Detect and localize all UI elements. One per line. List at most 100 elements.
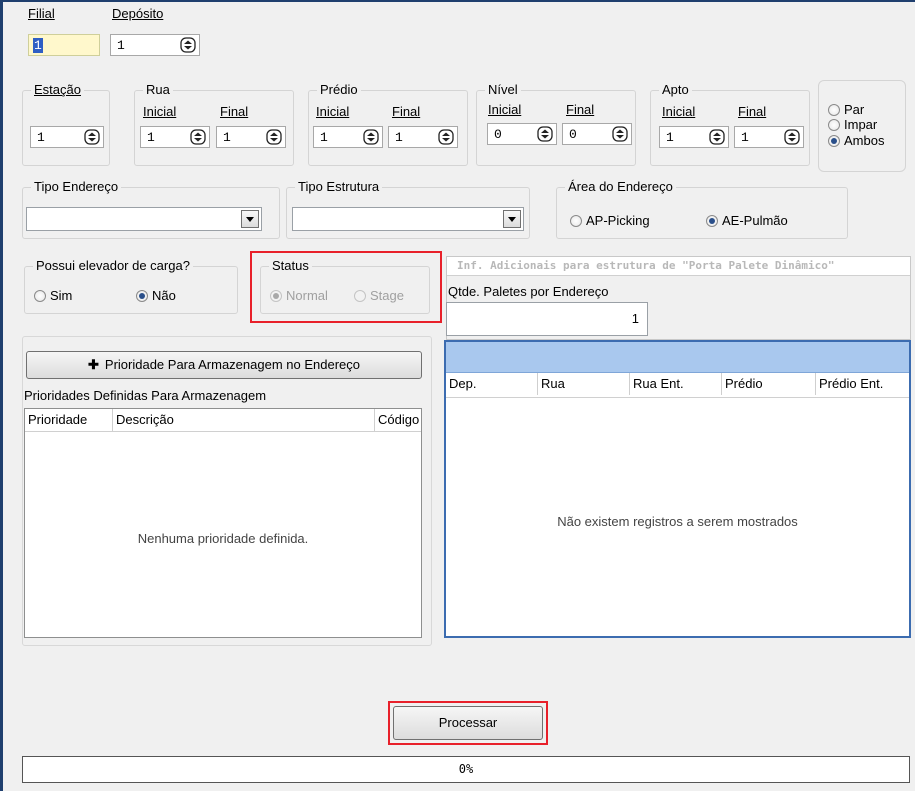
radio-circle xyxy=(34,289,46,302)
nivel-final-value: 0 xyxy=(569,127,577,142)
apto-final-value: 1 xyxy=(741,130,749,145)
apto-inicial-spinner[interactable]: 1 xyxy=(659,126,729,148)
progress-text: 0% xyxy=(458,762,474,776)
status-highlight-box xyxy=(250,251,442,323)
predio-final-label: Final xyxy=(392,104,421,119)
tipo-estrutura-label: Tipo Estrutura xyxy=(295,179,383,194)
dropdown-arrow-icon[interactable] xyxy=(503,210,521,228)
col-codigo[interactable]: Código xyxy=(375,409,421,431)
spin-updown-icon[interactable] xyxy=(612,126,628,142)
radio-circle-selected xyxy=(136,289,148,302)
col-predio-ent[interactable]: Prédio Ent. xyxy=(816,373,909,395)
nivel-inicial-value: 0 xyxy=(494,127,502,142)
apto-final-spinner[interactable]: 1 xyxy=(734,126,804,148)
predio-inicial-value: 1 xyxy=(320,130,328,145)
rua-final-label: Final xyxy=(220,104,249,119)
spin-updown-icon[interactable] xyxy=(363,129,379,145)
radio-sim-label: Sim xyxy=(50,288,73,303)
apto-inicial-label: Inicial xyxy=(662,104,696,119)
prioridade-list[interactable]: Prioridade Descrição Código Nenhuma prio… xyxy=(24,408,422,638)
inf-adicionais-banner: Inf. Adicionais para estrutura de "Porta… xyxy=(447,257,910,276)
nivel-inicial-label: Inicial xyxy=(488,102,522,117)
rua-label: Rua xyxy=(143,82,173,97)
filial-input[interactable]: 1 xyxy=(28,34,100,56)
col-predio[interactable]: Prédio xyxy=(722,373,816,395)
prioridade-empty-text: Nenhuma prioridade definida. xyxy=(137,531,309,546)
radio-ambos-label: Ambos xyxy=(844,133,885,148)
apto-inicial-value: 1 xyxy=(666,130,674,145)
qtde-paletes-label: Qtde. Paletes por Endereço xyxy=(448,284,609,299)
spin-updown-icon[interactable] xyxy=(438,129,454,145)
grid-header: Dep. Rua Rua Ent. Prédio Prédio Ent. xyxy=(446,373,909,398)
nivel-final-spinner[interactable]: 0 xyxy=(562,123,632,145)
radio-impar-label: Impar xyxy=(844,117,878,132)
prioridade-list-header: Prioridade Descrição Código xyxy=(25,409,421,432)
qtde-paletes-input[interactable]: 1 xyxy=(446,302,648,336)
radio-circle xyxy=(570,214,582,227)
col-descricao[interactable]: Descrição xyxy=(113,409,375,431)
dropdown-arrow-icon[interactable] xyxy=(241,210,259,228)
spin-updown-icon[interactable] xyxy=(537,126,553,142)
nivel-final-label: Final xyxy=(566,102,595,117)
spin-updown-icon[interactable] xyxy=(84,129,100,145)
estacao-label: Estação xyxy=(31,82,84,97)
rua-final-value: 1 xyxy=(223,130,231,145)
predio-inicial-label: Inicial xyxy=(316,104,350,119)
tipo-estrutura-select[interactable] xyxy=(292,207,524,231)
radio-par-label: Par xyxy=(844,102,865,117)
rua-inicial-label: Inicial xyxy=(143,104,177,119)
col-dep[interactable]: Dep. xyxy=(446,373,538,395)
radio-nao-label: Não xyxy=(152,288,176,303)
apto-final-label: Final xyxy=(738,104,767,119)
rua-final-spinner[interactable]: 1 xyxy=(216,126,286,148)
elevador-label: Possui elevador de carga? xyxy=(33,258,193,273)
radio-ae-pulmao-label: AE-Pulmão xyxy=(722,213,788,228)
radio-circle-selected xyxy=(828,134,840,147)
tipo-endereco-select[interactable] xyxy=(26,207,262,231)
radio-nao[interactable]: Não xyxy=(136,288,176,303)
spin-updown-icon[interactable] xyxy=(180,37,196,53)
add-prioridade-button[interactable]: ✚ Prioridade Para Armazenagem no Endereço xyxy=(26,351,422,379)
apto-label: Apto xyxy=(659,82,692,97)
grid-empty-text: Não existem registros a serem mostrados xyxy=(557,514,798,529)
spin-updown-icon[interactable] xyxy=(266,129,282,145)
grid-group-bar xyxy=(446,342,909,373)
rua-inicial-spinner[interactable]: 1 xyxy=(140,126,210,148)
area-label: Área do Endereço xyxy=(565,179,676,194)
col-prioridade[interactable]: Prioridade xyxy=(25,409,113,431)
radio-ap-picking-label: AP-Picking xyxy=(586,213,650,228)
radio-sim[interactable]: Sim xyxy=(34,288,72,303)
radio-ap-picking[interactable]: AP-Picking xyxy=(570,213,650,228)
radio-circle-selected xyxy=(706,214,718,227)
predio-final-value: 1 xyxy=(395,130,403,145)
radio-impar[interactable]: Impar xyxy=(828,117,877,132)
nivel-inicial-spinner[interactable]: 0 xyxy=(487,123,557,145)
deposito-label: Depósito xyxy=(112,6,164,21)
plus-icon: ✚ xyxy=(88,357,99,372)
predio-label: Prédio xyxy=(317,82,361,97)
processar-highlight-box xyxy=(388,701,548,745)
predio-inicial-spinner[interactable]: 1 xyxy=(313,126,383,148)
qtde-paletes-value: 1 xyxy=(631,311,639,326)
tipo-endereco-label: Tipo Endereço xyxy=(31,179,122,194)
prioridades-definidas-label: Prioridades Definidas Para Armazenagem xyxy=(24,388,267,403)
add-prioridade-label: Prioridade Para Armazenagem no Endereço xyxy=(104,357,360,372)
spin-updown-icon[interactable] xyxy=(190,129,206,145)
rua-inicial-value: 1 xyxy=(147,130,155,145)
progress-bar: 0% xyxy=(22,756,910,783)
radio-ae-pulmao[interactable]: AE-Pulmão xyxy=(706,213,788,228)
radio-circle xyxy=(828,118,840,131)
predio-final-spinner[interactable]: 1 xyxy=(388,126,458,148)
filial-value: 1 xyxy=(33,38,43,53)
radio-ambos[interactable]: Ambos xyxy=(828,133,884,148)
col-rua[interactable]: Rua xyxy=(538,373,630,395)
registros-grid[interactable]: Dep. Rua Rua Ent. Prédio Prédio Ent. Não… xyxy=(444,340,911,638)
spin-updown-icon[interactable] xyxy=(784,129,800,145)
spin-updown-icon[interactable] xyxy=(709,129,725,145)
radio-par[interactable]: Par xyxy=(828,102,864,117)
col-rua-ent[interactable]: Rua Ent. xyxy=(630,373,722,395)
deposito-value: 1 xyxy=(117,38,125,53)
deposito-spinner[interactable]: 1 xyxy=(110,34,200,56)
nivel-label: Nível xyxy=(485,82,521,97)
estacao-spinner[interactable]: 1 xyxy=(30,126,104,148)
